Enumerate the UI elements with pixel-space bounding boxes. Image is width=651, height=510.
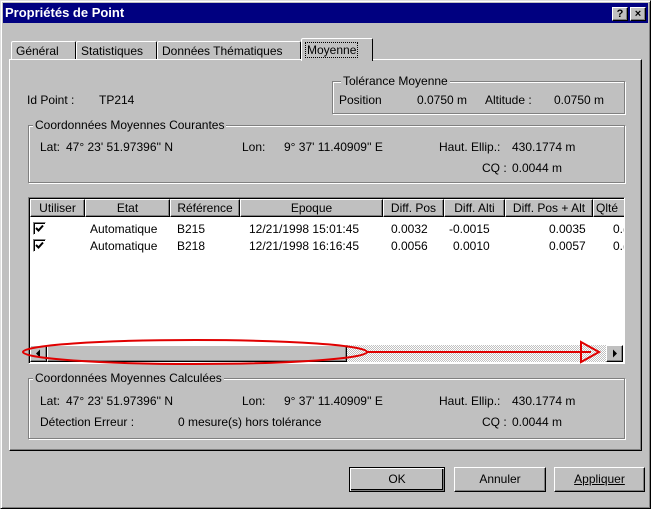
use-checkbox[interactable] bbox=[33, 239, 46, 252]
current-cq-label: CQ : bbox=[482, 161, 507, 175]
cell-diff-pos: 0.0032 bbox=[391, 222, 428, 236]
tolerance-altitude-label: Altitude : bbox=[485, 93, 532, 107]
arrow-right-icon bbox=[613, 349, 617, 358]
current-coordinates-legend: Coordonnées Moyennes Courantes bbox=[33, 118, 227, 132]
computed-coordinates-legend: Coordonnées Moyennes Calculées bbox=[33, 371, 224, 385]
cell-diff-alti: -0.0015 bbox=[449, 222, 490, 236]
cell-etat: Automatique bbox=[90, 222, 158, 236]
computed-lat-label: Lat: bbox=[40, 394, 61, 408]
tolerance-group: Tolérance Moyenne Position 0.0750 m Alti… bbox=[332, 74, 625, 114]
cell-etat: Automatique bbox=[90, 239, 158, 253]
current-lon-value: 9° 37' 11.40909'' E bbox=[284, 140, 383, 154]
cell-reference: B215 bbox=[177, 222, 206, 236]
cell-epoque: 12/21/1998 15:01:45 bbox=[249, 222, 360, 236]
column-header-etat[interactable]: Etat bbox=[85, 199, 170, 217]
tab-general-label: Général bbox=[16, 44, 59, 58]
window-title: Propriétés de Point bbox=[5, 5, 125, 20]
measurements-list[interactable]: Utiliser Etat Référence Epoque Diff. Pos… bbox=[28, 197, 625, 364]
tab-donnees-thematiques-label: Données Thématiques bbox=[162, 44, 283, 58]
computed-cq-label: CQ : bbox=[482, 415, 507, 429]
tolerance-position-label: Position bbox=[339, 93, 382, 107]
id-point-value: TP214 bbox=[99, 93, 135, 107]
cell-diff-pos: 0.0056 bbox=[391, 239, 428, 253]
column-header-epoque[interactable]: Epoque bbox=[240, 199, 383, 217]
cell-epoque: 12/21/1998 16:16:45 bbox=[249, 239, 360, 253]
computed-haut-label: Haut. Ellip.: bbox=[439, 394, 501, 408]
computed-lon-label: Lon: bbox=[242, 394, 266, 408]
close-button[interactable]: × bbox=[630, 7, 646, 21]
tolerance-legend: Tolérance Moyenne bbox=[341, 74, 450, 88]
scroll-thumb[interactable] bbox=[47, 345, 347, 362]
check-icon bbox=[35, 241, 44, 249]
arrow-left-icon bbox=[36, 349, 40, 358]
computed-lon-value: 9° 37' 11.40909'' E bbox=[284, 394, 383, 408]
id-point-label: Id Point : bbox=[27, 93, 75, 107]
current-lat-label: Lat: bbox=[40, 140, 61, 154]
computed-haut-value: 430.1774 m bbox=[512, 394, 576, 408]
current-lat-value: 47° 23' 51.97396'' N bbox=[66, 140, 174, 154]
current-lon-label: Lon: bbox=[242, 140, 266, 154]
column-header-reference[interactable]: Référence bbox=[170, 199, 240, 217]
tolerance-position-value: 0.0750 m bbox=[417, 93, 468, 107]
horizontal-scrollbar[interactable] bbox=[30, 345, 623, 362]
tolerance-altitude-value: 0.0750 m bbox=[554, 93, 605, 107]
help-button[interactable]: ? bbox=[612, 7, 628, 21]
error-detection-label: Détection Erreur : bbox=[40, 415, 135, 429]
current-coordinates-group: Coordonnées Moyennes Courantes Lat: 47° … bbox=[28, 118, 625, 183]
help-icon: ? bbox=[616, 8, 624, 20]
column-header-diff-alti[interactable]: Diff. Alti bbox=[444, 199, 505, 217]
error-detection-value: 0 mesure(s) hors tolérance bbox=[178, 415, 322, 429]
tab-statistiques[interactable]: Statistiques bbox=[76, 41, 157, 60]
ok-button[interactable]: OK bbox=[349, 467, 445, 492]
cell-diff-pos-alt: 0.0057 bbox=[549, 239, 586, 253]
tab-donnees-thematiques[interactable]: Données Thématiques bbox=[157, 41, 301, 60]
column-header-qlte[interactable]: Qlté bbox=[593, 199, 624, 217]
tab-moyenne[interactable]: Moyenne bbox=[301, 38, 373, 61]
scroll-right-button[interactable] bbox=[606, 345, 623, 362]
current-haut-value: 430.1774 m bbox=[512, 140, 576, 154]
computed-lat-value: 47° 23' 51.97396'' N bbox=[66, 394, 174, 408]
tab-general[interactable]: Général bbox=[11, 41, 76, 60]
properties-dialog: Propriétés de Point ? × Général Statisti… bbox=[0, 0, 651, 509]
column-header-diff-pos-alt[interactable]: Diff. Pos + Alt bbox=[505, 199, 593, 217]
current-haut-label: Haut. Ellip.: bbox=[439, 140, 501, 154]
computed-cq-value: 0.0044 m bbox=[512, 415, 563, 429]
computed-coordinates-group: Coordonnées Moyennes Calculées Lat: 47° … bbox=[28, 371, 625, 439]
current-cq-value: 0.0044 m bbox=[512, 161, 563, 175]
scroll-left-button[interactable] bbox=[30, 345, 47, 362]
column-header-diff-pos[interactable]: Diff. Pos bbox=[383, 199, 444, 217]
cell-diff-pos-alt: 0.0035 bbox=[549, 222, 586, 236]
cell-qlte: 0.( bbox=[613, 222, 624, 236]
cell-qlte: 0.( bbox=[613, 239, 624, 253]
cell-diff-alti: 0.0010 bbox=[453, 239, 490, 253]
title-bar[interactable]: Propriétés de Point ? × bbox=[3, 3, 648, 23]
tab-statistiques-label: Statistiques bbox=[81, 44, 144, 58]
tab-moyenne-label: Moyenne bbox=[304, 42, 359, 58]
cancel-button[interactable]: Annuler bbox=[454, 467, 546, 492]
use-checkbox[interactable] bbox=[33, 222, 46, 235]
close-icon: × bbox=[634, 8, 642, 20]
column-header-utiliser[interactable]: Utiliser bbox=[30, 199, 85, 217]
check-icon bbox=[35, 224, 44, 232]
apply-button[interactable]: Appliquer bbox=[554, 467, 645, 492]
cell-reference: B218 bbox=[177, 239, 206, 253]
